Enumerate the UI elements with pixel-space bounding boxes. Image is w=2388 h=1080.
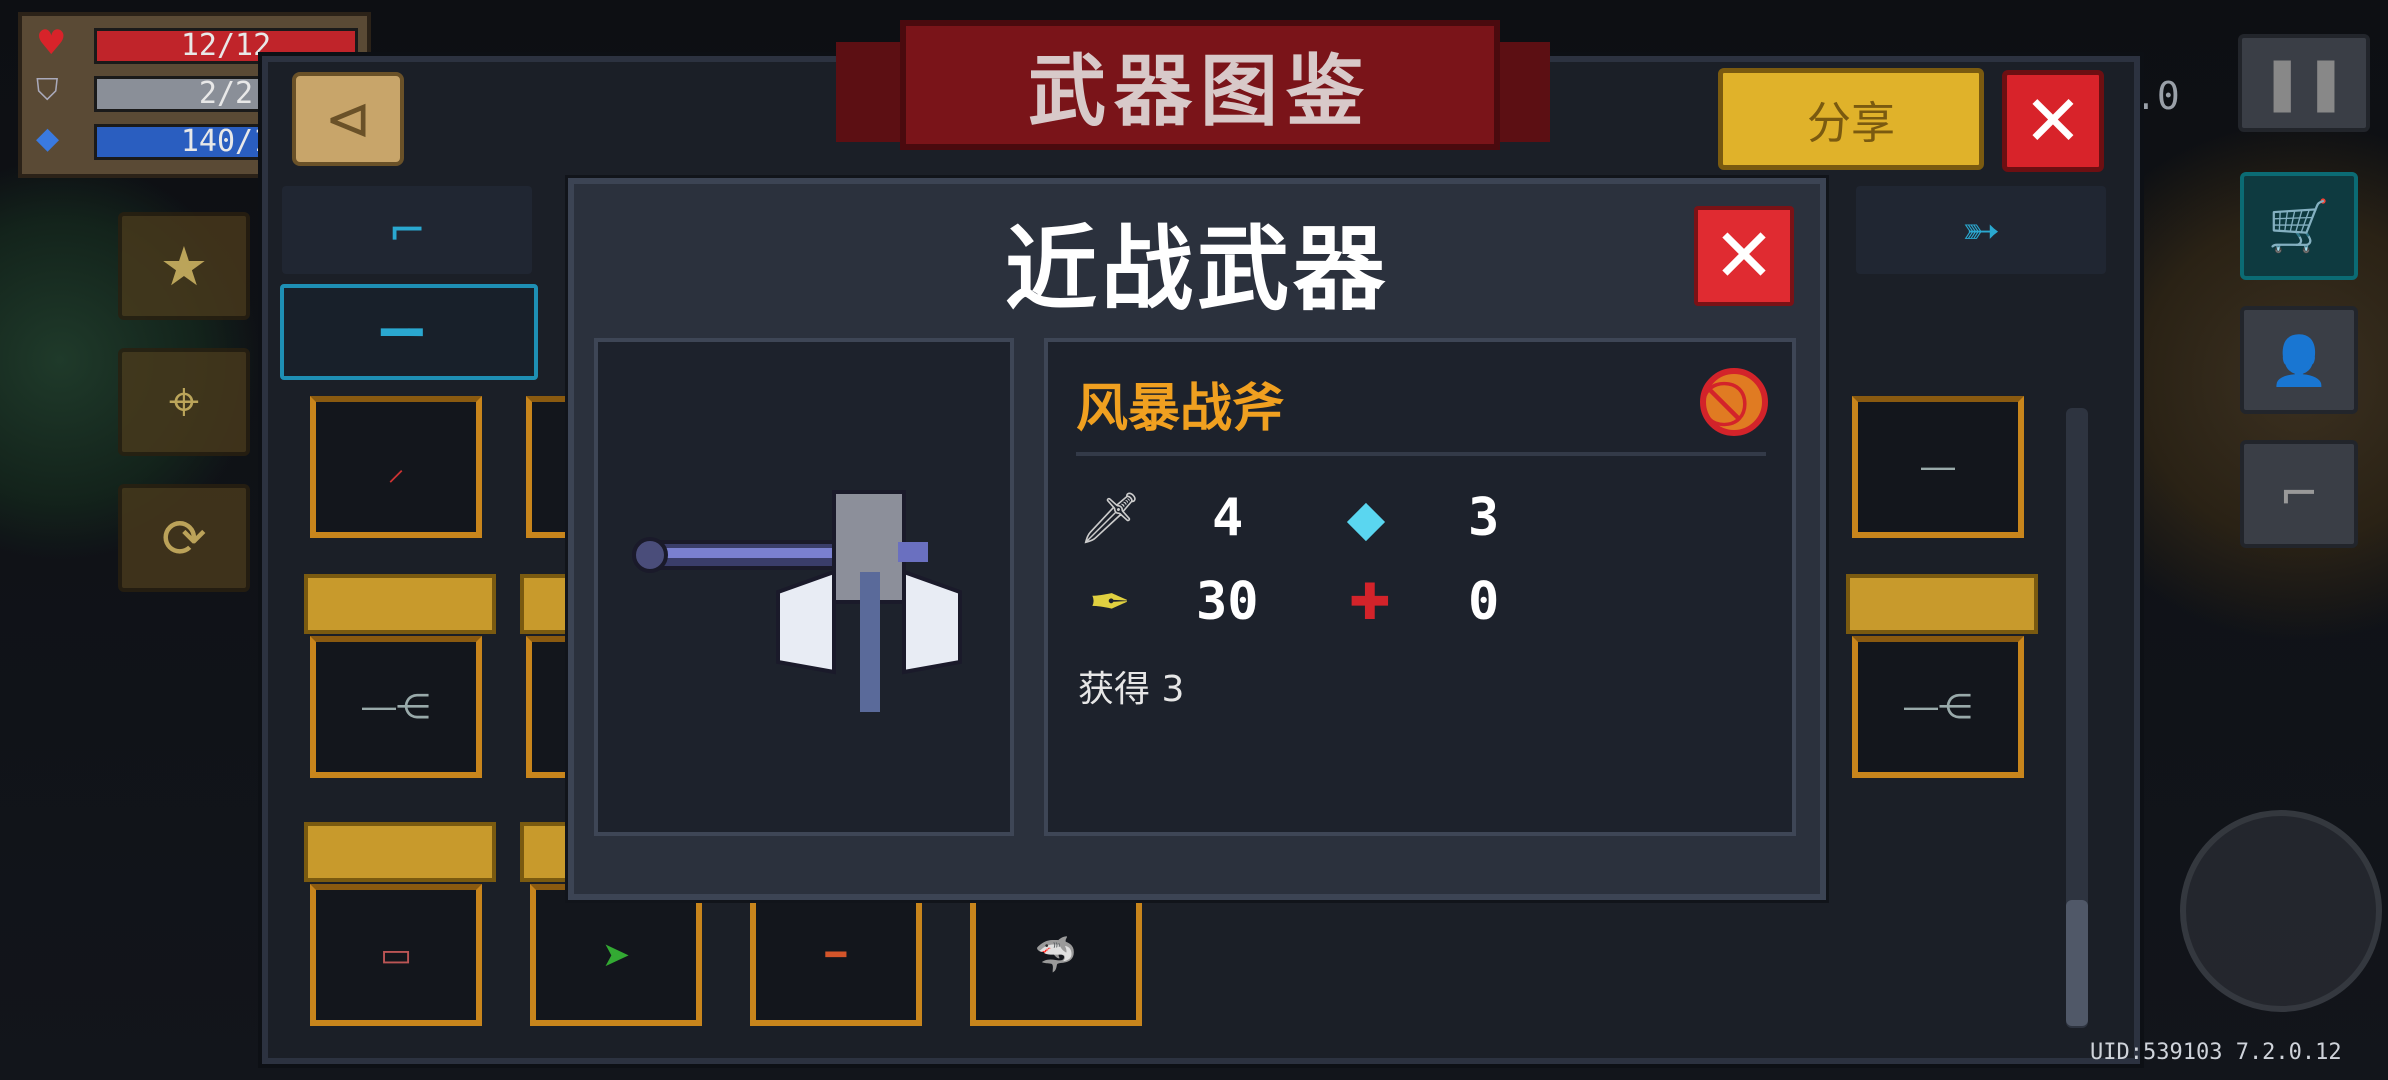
slot-header <box>1846 574 2038 634</box>
weapon-slot-trident[interactable]: ―⋲ <box>310 636 482 778</box>
attack-button[interactable] <box>2180 810 2382 1012</box>
close-icon: ✕ <box>1712 213 1775 299</box>
location-button[interactable]: ⌖ <box>118 348 250 456</box>
cart-icon: 🛒 <box>2267 196 2331 255</box>
tab-other[interactable]: ➳ <box>1856 186 2106 274</box>
energy-cost-value: 3 <box>1468 488 1500 548</box>
modal-title: 近战武器 <box>1004 216 1389 323</box>
scythe-icon: ⸝ <box>387 449 405 489</box>
trident-icon: ―⋲ <box>362 687 430 727</box>
damage-icon: 🗡 <box>1078 488 1142 547</box>
weapon-slot-fork[interactable]: ―⋲ <box>1852 636 2024 778</box>
shop-button[interactable]: 🛒 <box>2240 172 2358 280</box>
staff-icon: ━ <box>825 935 847 975</box>
weapon-slot-chainsaw[interactable]: ▭ <box>310 884 482 1026</box>
needle-icon: ― <box>1921 447 1955 487</box>
close-icon: ✕ <box>2023 80 2083 162</box>
refresh-icon: ⟳ <box>161 506 207 570</box>
stairs-icon: ⌐ <box>2278 466 2320 522</box>
star-icon: ★ <box>159 234 209 298</box>
storm-axe-icon <box>632 490 962 712</box>
shield-icon: ⛉ <box>36 73 59 108</box>
crit-feather-icon: ✒ <box>1089 573 1131 631</box>
star-button[interactable]: ★ <box>118 212 250 320</box>
spread-crosshair-icon: ✚ <box>1349 573 1391 631</box>
arrow-weapon-icon: ➳ <box>1961 203 2001 257</box>
share-button[interactable]: 分享 <box>1718 68 1984 170</box>
tab-ranged[interactable]: ⌐ <box>282 186 532 274</box>
modal-close-button[interactable]: ✕ <box>1694 206 1794 306</box>
user-card-icon: 👤 <box>2269 332 2329 389</box>
sword-icon: ━╸ <box>381 305 437 359</box>
tab-melee[interactable]: ━╸ <box>280 284 538 380</box>
weapon-name: 风暴战斧 <box>1076 379 1285 439</box>
profile-button[interactable]: 👤 <box>2240 306 2358 414</box>
location-pin-icon: ⌖ <box>168 370 200 433</box>
weapon-slot-scythe[interactable]: ⸝ <box>310 396 482 538</box>
energy-icon: ◆ <box>36 121 60 156</box>
weapon-slot-leaf-spear[interactable]: ➤ <box>530 884 702 1026</box>
chainsaw-icon: ▭ <box>379 935 413 975</box>
weapon-slot-staff[interactable]: ━ <box>750 884 922 1026</box>
stairs-button[interactable]: ⌐ <box>2240 440 2358 548</box>
pause-icon: ❚❚ <box>2260 53 2348 113</box>
crit-value: 30 <box>1196 572 1259 632</box>
slot-header <box>304 822 496 882</box>
fork-icon: ―⋲ <box>1904 687 1972 727</box>
divider <box>1076 452 1766 456</box>
close-codex-button[interactable]: ✕ <box>2002 70 2104 172</box>
refresh-button[interactable]: ⟳ <box>118 484 250 592</box>
damage-value: 4 <box>1212 488 1244 548</box>
slot-header <box>304 574 496 634</box>
weapon-slot-shark[interactable]: 🦈 <box>970 884 1142 1026</box>
spread-value: 0 <box>1468 572 1500 632</box>
scrollbar-thumb[interactable] <box>2066 900 2088 1026</box>
coin-count: .0 <box>2134 74 2180 118</box>
not-tradable-icon: ⃠ <box>1700 368 1768 436</box>
heart-icon: ♥ <box>36 23 67 63</box>
pause-button[interactable]: ❚❚ <box>2238 34 2370 132</box>
obtained-count: 获得 3 <box>1078 669 1185 710</box>
shark-icon: 🦈 <box>1034 935 1078 975</box>
pistol-icon: ⌐ <box>387 203 427 257</box>
weapon-preview-box <box>594 338 1014 836</box>
back-arrow-icon: ⊲ <box>324 86 372 152</box>
energy-crystal-icon: ◆ <box>1346 489 1386 547</box>
codex-title: 武器图鉴 <box>900 20 1500 150</box>
weapon-slot-spear[interactable]: ― <box>1852 396 2024 538</box>
leaf-spear-icon: ➤ <box>601 935 631 975</box>
back-button[interactable]: ⊲ <box>292 72 404 166</box>
uid-version-label: UID:539103 7.2.0.12 <box>2090 1040 2342 1065</box>
